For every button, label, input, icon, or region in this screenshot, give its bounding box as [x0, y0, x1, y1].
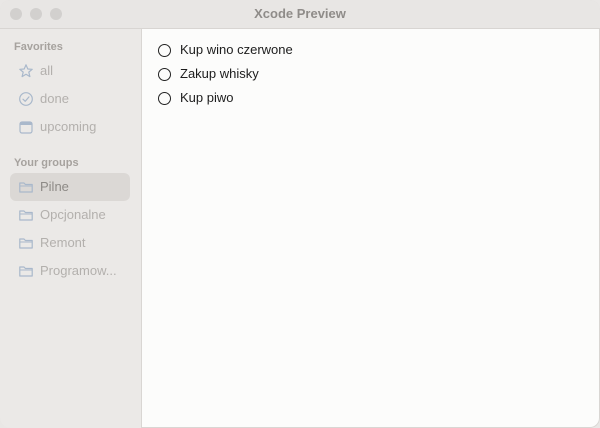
sidebar-item-label: Opcjonalne — [40, 207, 106, 222]
folder-icon — [19, 182, 33, 193]
sidebar-item-label: done — [40, 91, 69, 106]
sidebar-item-label: Remont — [40, 235, 86, 250]
sidebar-item-all[interactable]: all — [10, 57, 130, 85]
window-title: Xcode Preview — [254, 6, 346, 21]
sidebar-item-label: all — [40, 63, 54, 78]
title-bar: Xcode Preview — [0, 0, 600, 29]
sidebar-item-label: Programow... — [40, 263, 117, 278]
sidebar-item-upcoming[interactable]: upcoming — [10, 113, 130, 141]
sidebar-item-programowanie[interactable]: Programow... — [10, 257, 130, 285]
folder-icon — [19, 266, 33, 277]
favorites-section-title: Favorites — [14, 41, 63, 53]
task-checkbox[interactable] — [158, 68, 171, 81]
task-label: Kup wino czerwone — [180, 42, 293, 57]
folder-icon — [19, 210, 33, 221]
task-label: Zakup whisky — [180, 66, 259, 81]
task-label: Kup piwo — [180, 90, 234, 105]
task-checkbox[interactable] — [158, 44, 171, 57]
sidebar-item-pilne[interactable]: Pilne — [10, 173, 130, 201]
folder-icon — [19, 238, 33, 249]
sidebar-item-opcjonalne[interactable]: Opcjonalne — [10, 201, 130, 229]
star-icon — [19, 64, 33, 78]
sidebar-item-label: upcoming — [40, 119, 97, 134]
sidebar: Favorites all done upcoming Your groups — [0, 29, 142, 428]
sidebar-item-remont[interactable]: Remont — [10, 229, 130, 257]
sidebar-item-done[interactable]: done — [10, 85, 130, 113]
app-window: Xcode Preview Favorites all done upcomin… — [0, 0, 600, 428]
groups-section-title: Your groups — [14, 157, 79, 169]
sidebar-item-label: Pilne — [40, 179, 69, 194]
calendar-icon — [19, 121, 33, 134]
checkmark-circle-icon — [19, 92, 33, 106]
task-checkbox[interactable] — [158, 92, 171, 105]
